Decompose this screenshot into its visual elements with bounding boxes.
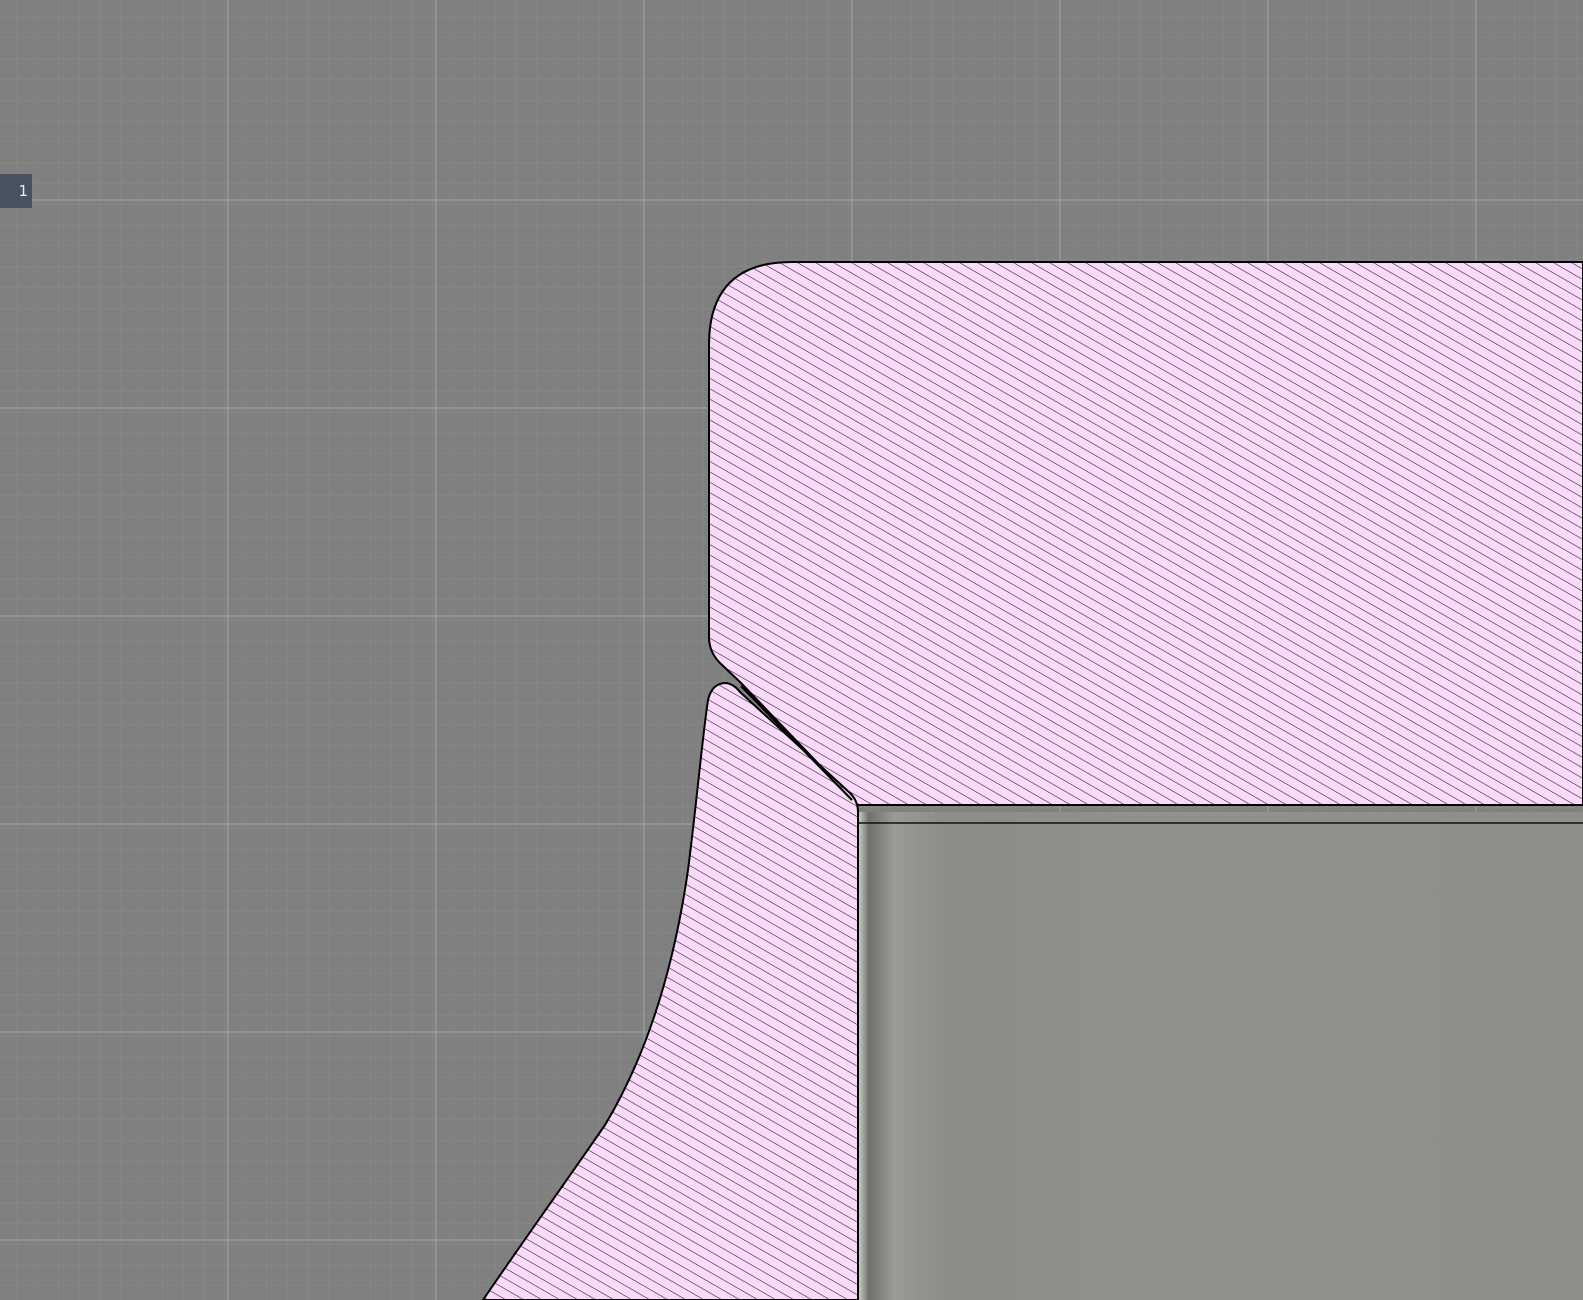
cad-viewport[interactable]: 1 xyxy=(0,0,1583,1300)
view-label-badge[interactable]: 1 xyxy=(0,174,32,208)
drawing-canvas[interactable] xyxy=(0,0,1583,1300)
upper-section-hatch[interactable] xyxy=(708,261,1583,806)
solid-body[interactable] xyxy=(858,812,1583,1300)
